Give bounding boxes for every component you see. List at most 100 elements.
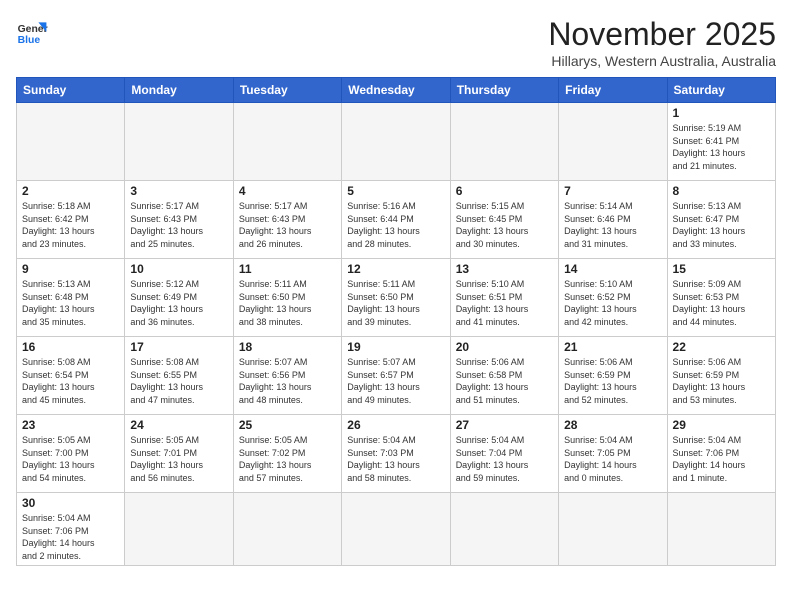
- day-number: 14: [564, 262, 661, 276]
- calendar-cell-6-7: [667, 493, 775, 566]
- location: Hillarys, Western Australia, Australia: [548, 53, 776, 69]
- day-info: Sunrise: 5:05 AM Sunset: 7:02 PM Dayligh…: [239, 434, 336, 484]
- day-info: Sunrise: 5:08 AM Sunset: 6:55 PM Dayligh…: [130, 356, 227, 406]
- day-number: 10: [130, 262, 227, 276]
- calendar-cell-1-6: [559, 103, 667, 181]
- day-number: 17: [130, 340, 227, 354]
- day-info: Sunrise: 5:08 AM Sunset: 6:54 PM Dayligh…: [22, 356, 119, 406]
- calendar-cell-5-1: 23 Sunrise: 5:05 AM Sunset: 7:00 PM Dayli…: [17, 415, 125, 493]
- weekday-header-sunday: Sunday: [17, 78, 125, 103]
- calendar-cell-2-5: 6 Sunrise: 5:15 AM Sunset: 6:45 PM Daylig…: [450, 181, 558, 259]
- day-info: Sunrise: 5:16 AM Sunset: 6:44 PM Dayligh…: [347, 200, 444, 250]
- calendar-cell-6-1: 30 Sunrise: 5:04 AM Sunset: 7:06 PM Dayli…: [17, 493, 125, 566]
- calendar-cell-6-6: [559, 493, 667, 566]
- calendar-cell-4-5: 20 Sunrise: 5:06 AM Sunset: 6:58 PM Dayli…: [450, 337, 558, 415]
- calendar-cell-2-1: 2 Sunrise: 5:18 AM Sunset: 6:42 PM Daylig…: [17, 181, 125, 259]
- calendar-cell-2-4: 5Sunrise: 5:16 AM Sunset: 6:44 PM Daylig…: [342, 181, 450, 259]
- day-info: Sunrise: 5:04 AM Sunset: 7:04 PM Dayligh…: [456, 434, 553, 484]
- calendar-cell-3-7: 15 Sunrise: 5:09 AM Sunset: 6:53 PM Dayli…: [667, 259, 775, 337]
- calendar-cell-1-2: [125, 103, 233, 181]
- day-number: 12: [347, 262, 444, 276]
- day-info: Sunrise: 5:06 AM Sunset: 6:59 PM Dayligh…: [673, 356, 770, 406]
- title-section: November 2025 Hillarys, Western Australi…: [548, 16, 776, 69]
- day-info: Sunrise: 5:17 AM Sunset: 6:43 PM Dayligh…: [239, 200, 336, 250]
- day-info: Sunrise: 5:07 AM Sunset: 6:56 PM Dayligh…: [239, 356, 336, 406]
- day-number: 30: [22, 496, 119, 510]
- day-number: 3: [130, 184, 227, 198]
- day-number: 15: [673, 262, 770, 276]
- weekday-header-wednesday: Wednesday: [342, 78, 450, 103]
- calendar-table: SundayMondayTuesdayWednesdayThursdayFrid…: [16, 77, 776, 566]
- calendar-cell-3-5: 13Sunrise: 5:10 AM Sunset: 6:51 PM Dayli…: [450, 259, 558, 337]
- calendar-cell-4-6: 21Sunrise: 5:06 AM Sunset: 6:59 PM Dayli…: [559, 337, 667, 415]
- day-number: 24: [130, 418, 227, 432]
- calendar-cell-3-3: 11Sunrise: 5:11 AM Sunset: 6:50 PM Dayli…: [233, 259, 341, 337]
- calendar-cell-6-5: [450, 493, 558, 566]
- day-info: Sunrise: 5:05 AM Sunset: 7:00 PM Dayligh…: [22, 434, 119, 484]
- calendar-week-6: 30 Sunrise: 5:04 AM Sunset: 7:06 PM Dayli…: [17, 493, 776, 566]
- calendar-cell-1-7: 1Sunrise: 5:19 AM Sunset: 6:41 PM Daylig…: [667, 103, 775, 181]
- weekday-header-tuesday: Tuesday: [233, 78, 341, 103]
- calendar-cell-5-4: 26Sunrise: 5:04 AM Sunset: 7:03 PM Dayli…: [342, 415, 450, 493]
- logo: General Blue: [16, 16, 48, 48]
- day-info: Sunrise: 5:18 AM Sunset: 6:42 PM Dayligh…: [22, 200, 119, 250]
- calendar-cell-3-2: 10 Sunrise: 5:12 AM Sunset: 6:49 PM Dayli…: [125, 259, 233, 337]
- day-info: Sunrise: 5:11 AM Sunset: 6:50 PM Dayligh…: [347, 278, 444, 328]
- calendar-week-1: 1Sunrise: 5:19 AM Sunset: 6:41 PM Daylig…: [17, 103, 776, 181]
- day-info: Sunrise: 5:06 AM Sunset: 6:58 PM Dayligh…: [456, 356, 553, 406]
- day-info: Sunrise: 5:12 AM Sunset: 6:49 PM Dayligh…: [130, 278, 227, 328]
- day-number: 6: [456, 184, 553, 198]
- day-info: Sunrise: 5:04 AM Sunset: 7:05 PM Dayligh…: [564, 434, 661, 484]
- day-number: 8: [673, 184, 770, 198]
- calendar-cell-1-3: [233, 103, 341, 181]
- day-info: Sunrise: 5:04 AM Sunset: 7:06 PM Dayligh…: [22, 512, 119, 562]
- day-info: Sunrise: 5:11 AM Sunset: 6:50 PM Dayligh…: [239, 278, 336, 328]
- calendar-cell-5-3: 25 Sunrise: 5:05 AM Sunset: 7:02 PM Dayli…: [233, 415, 341, 493]
- day-number: 19: [347, 340, 444, 354]
- calendar-cell-1-5: [450, 103, 558, 181]
- calendar-cell-2-2: 3 Sunrise: 5:17 AM Sunset: 6:43 PM Daylig…: [125, 181, 233, 259]
- svg-text:Blue: Blue: [18, 35, 41, 46]
- day-info: Sunrise: 5:04 AM Sunset: 7:06 PM Dayligh…: [673, 434, 770, 484]
- calendar-cell-5-7: 29 Sunrise: 5:04 AM Sunset: 7:06 PM Dayli…: [667, 415, 775, 493]
- weekday-header-saturday: Saturday: [667, 78, 775, 103]
- day-number: 7: [564, 184, 661, 198]
- day-number: 25: [239, 418, 336, 432]
- calendar-cell-2-7: 8 Sunrise: 5:13 AM Sunset: 6:47 PM Daylig…: [667, 181, 775, 259]
- day-info: Sunrise: 5:13 AM Sunset: 6:47 PM Dayligh…: [673, 200, 770, 250]
- day-number: 9: [22, 262, 119, 276]
- calendar-cell-6-2: [125, 493, 233, 566]
- day-number: 18: [239, 340, 336, 354]
- logo-icon: General Blue: [16, 16, 48, 48]
- day-info: Sunrise: 5:14 AM Sunset: 6:46 PM Dayligh…: [564, 200, 661, 250]
- weekday-header-row: SundayMondayTuesdayWednesdayThursdayFrid…: [17, 78, 776, 103]
- calendar-cell-5-6: 28Sunrise: 5:04 AM Sunset: 7:05 PM Dayli…: [559, 415, 667, 493]
- day-number: 29: [673, 418, 770, 432]
- day-info: Sunrise: 5:09 AM Sunset: 6:53 PM Dayligh…: [673, 278, 770, 328]
- weekday-header-monday: Monday: [125, 78, 233, 103]
- calendar-cell-4-3: 18 Sunrise: 5:07 AM Sunset: 6:56 PM Dayli…: [233, 337, 341, 415]
- day-info: Sunrise: 5:13 AM Sunset: 6:48 PM Dayligh…: [22, 278, 119, 328]
- weekday-header-friday: Friday: [559, 78, 667, 103]
- calendar-cell-3-1: 9 Sunrise: 5:13 AM Sunset: 6:48 PM Daylig…: [17, 259, 125, 337]
- day-number: 20: [456, 340, 553, 354]
- day-info: Sunrise: 5:06 AM Sunset: 6:59 PM Dayligh…: [564, 356, 661, 406]
- day-info: Sunrise: 5:10 AM Sunset: 6:52 PM Dayligh…: [564, 278, 661, 328]
- day-number: 4: [239, 184, 336, 198]
- calendar-cell-3-6: 14 Sunrise: 5:10 AM Sunset: 6:52 PM Dayli…: [559, 259, 667, 337]
- day-number: 2: [22, 184, 119, 198]
- calendar-cell-4-7: 22Sunrise: 5:06 AM Sunset: 6:59 PM Dayli…: [667, 337, 775, 415]
- day-number: 23: [22, 418, 119, 432]
- day-info: Sunrise: 5:07 AM Sunset: 6:57 PM Dayligh…: [347, 356, 444, 406]
- calendar-cell-5-5: 27 Sunrise: 5:04 AM Sunset: 7:04 PM Dayli…: [450, 415, 558, 493]
- day-info: Sunrise: 5:15 AM Sunset: 6:45 PM Dayligh…: [456, 200, 553, 250]
- day-info: Sunrise: 5:17 AM Sunset: 6:43 PM Dayligh…: [130, 200, 227, 250]
- calendar-cell-2-3: 4 Sunrise: 5:17 AM Sunset: 6:43 PM Daylig…: [233, 181, 341, 259]
- day-number: 27: [456, 418, 553, 432]
- calendar-week-3: 9 Sunrise: 5:13 AM Sunset: 6:48 PM Daylig…: [17, 259, 776, 337]
- calendar-cell-6-4: [342, 493, 450, 566]
- calendar-cell-6-3: [233, 493, 341, 566]
- day-number: 13: [456, 262, 553, 276]
- calendar-week-4: 16Sunrise: 5:08 AM Sunset: 6:54 PM Dayli…: [17, 337, 776, 415]
- calendar-week-2: 2 Sunrise: 5:18 AM Sunset: 6:42 PM Daylig…: [17, 181, 776, 259]
